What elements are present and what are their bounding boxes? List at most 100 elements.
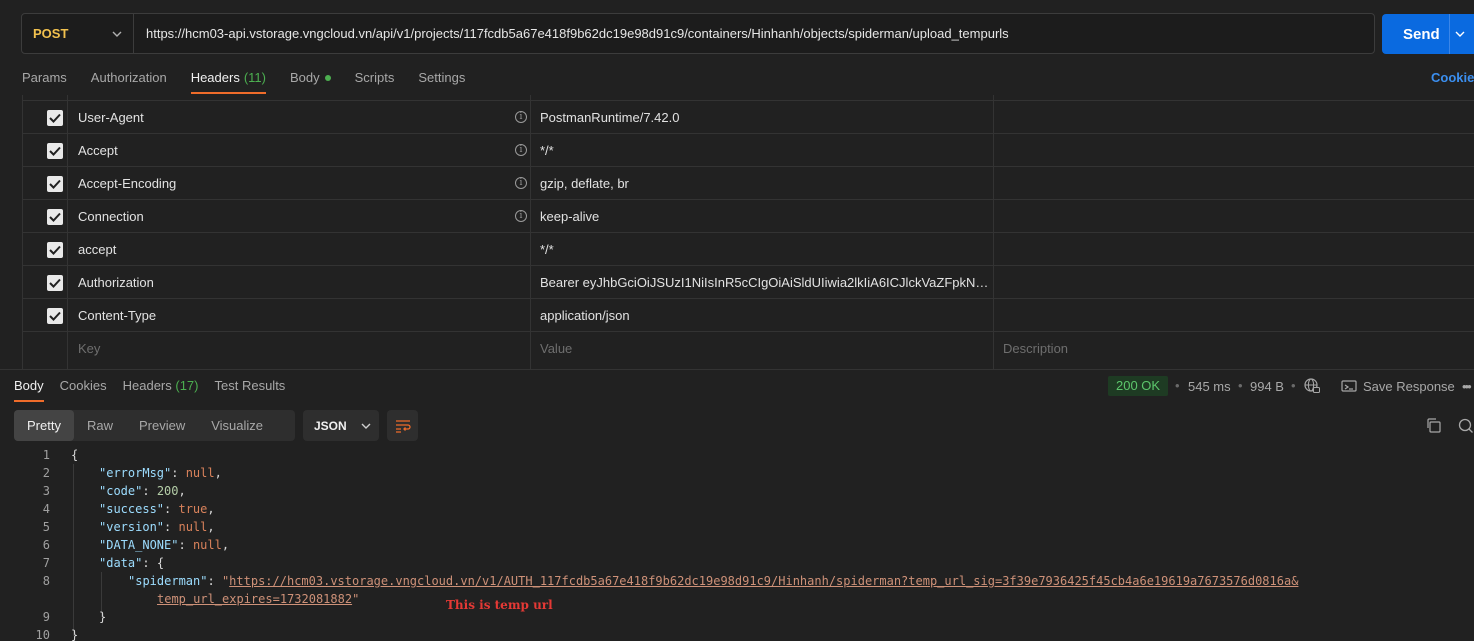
code-line: "data": { xyxy=(99,556,165,570)
header-key[interactable]: Accept xyxy=(78,143,118,158)
copy-icon[interactable] xyxy=(1426,418,1441,436)
header-value[interactable]: */* xyxy=(540,143,990,158)
header-checkbox[interactable] xyxy=(47,308,63,324)
info-icon[interactable]: i xyxy=(515,111,527,123)
wrap-icon xyxy=(395,419,411,433)
status-badge[interactable]: 200 OK xyxy=(1108,376,1169,396)
cookies-link[interactable]: Cookies xyxy=(1431,70,1474,85)
header-value[interactable]: gzip, deflate, br xyxy=(540,176,990,191)
view-visualize[interactable]: Visualize xyxy=(198,410,276,441)
indent-guide xyxy=(73,464,74,636)
search-icon[interactable] xyxy=(1458,418,1473,436)
tab-response-cookies[interactable]: Cookies xyxy=(60,378,107,402)
header-checkbox[interactable] xyxy=(47,209,63,225)
line-number: 10 xyxy=(35,628,50,641)
response-time[interactable]: 545 ms xyxy=(1188,379,1231,394)
header-checkbox[interactable] xyxy=(47,275,63,291)
url-input[interactable]: https://hcm03-api.vstorage.vngcloud.vn/a… xyxy=(134,26,1009,41)
separator-dot: • xyxy=(1291,378,1296,393)
header-value[interactable]: application/json xyxy=(540,308,990,323)
temp-url-link-cont[interactable]: temp_url_expires=1732081882 xyxy=(157,592,352,606)
header-key[interactable]: Accept-Encoding xyxy=(78,176,176,191)
json-value: 200 xyxy=(156,484,179,498)
tab-scripts[interactable]: Scripts xyxy=(355,70,395,94)
table-row: Accept i */* xyxy=(23,134,1474,167)
separator-dot: • xyxy=(1238,378,1243,393)
view-raw[interactable]: Raw xyxy=(74,410,126,441)
json-key: "data" xyxy=(99,556,143,570)
info-icon[interactable]: i xyxy=(515,210,527,222)
header-key[interactable]: Authorization xyxy=(78,275,154,290)
json-value: null xyxy=(192,538,222,552)
header-key[interactable]: Content-Type xyxy=(78,308,156,323)
code-line: } xyxy=(99,610,106,624)
wrap-lines-button[interactable] xyxy=(387,410,418,441)
save-response-button[interactable]: Save Response xyxy=(1363,379,1455,394)
tab-headers[interactable]: Headers (11) xyxy=(190,70,267,94)
header-checkbox[interactable] xyxy=(47,242,63,258)
description-input[interactable]: Description xyxy=(1003,341,1068,356)
json-key: "success" xyxy=(99,502,165,516)
header-key[interactable]: accept xyxy=(78,242,116,257)
send-button[interactable]: Send xyxy=(1382,14,1474,54)
brace: } xyxy=(99,610,107,624)
globe-lock-icon[interactable] xyxy=(1304,378,1320,397)
code-line: { xyxy=(71,448,78,462)
method-select[interactable]: POST xyxy=(22,14,134,53)
header-value[interactable]: keep-alive xyxy=(540,209,990,224)
tab-response-body[interactable]: Body xyxy=(14,378,44,402)
line-number: 8 xyxy=(42,574,50,588)
tab-test-results[interactable]: Test Results xyxy=(215,378,286,402)
header-value[interactable]: PostmanRuntime/7.42.0 xyxy=(540,110,990,125)
pane-divider[interactable] xyxy=(0,369,1474,370)
header-checkbox[interactable] xyxy=(47,176,63,192)
code-line: } xyxy=(71,628,78,641)
json-value: true xyxy=(178,502,208,516)
table-row: Connection i keep-alive xyxy=(23,200,1474,233)
table-row: Content-Type application/json xyxy=(23,299,1474,332)
tab-body[interactable]: Body xyxy=(290,70,331,94)
info-icon[interactable]: i xyxy=(515,177,527,189)
send-label: Send xyxy=(1403,25,1440,43)
tab-authorization[interactable]: Authorization xyxy=(91,70,167,94)
tab-response-headers[interactable]: Headers (17) xyxy=(123,378,199,402)
tab-params[interactable]: Params xyxy=(22,70,67,94)
view-preview[interactable]: Preview xyxy=(126,410,198,441)
json-key: "DATA_NONE" xyxy=(99,538,179,552)
table-row: User-Agent i PostmanRuntime/7.42.0 xyxy=(23,101,1474,134)
response-size[interactable]: 994 B xyxy=(1250,379,1284,394)
json-value: null xyxy=(178,520,208,534)
chevron-down-icon[interactable] xyxy=(1450,31,1465,37)
more-options-icon[interactable]: ••• xyxy=(1462,379,1472,394)
value-input[interactable]: Value xyxy=(540,341,572,356)
line-number: 6 xyxy=(42,538,50,552)
chevron-down-icon xyxy=(361,423,371,429)
line-number: 1 xyxy=(42,448,50,462)
code-line: "errorMsg": null, xyxy=(99,466,222,480)
line-number: 2 xyxy=(42,466,50,480)
view-pretty[interactable]: Pretty xyxy=(14,410,74,441)
header-key[interactable]: User-Agent xyxy=(78,110,144,125)
request-tabs: Params Authorization Headers (11) Body S… xyxy=(22,70,489,96)
table-row: Accept-Encoding i gzip, deflate, br xyxy=(23,167,1474,200)
info-icon[interactable]: i xyxy=(515,144,527,156)
header-checkbox[interactable] xyxy=(47,143,63,159)
response-code-view[interactable]: 1 2 3 4 5 6 7 8 9 10 { "errorMsg": null,… xyxy=(0,446,1474,641)
key-input[interactable]: Key xyxy=(78,341,100,356)
brace: { xyxy=(71,448,79,462)
code-line: "code": 200, xyxy=(99,484,186,498)
tab-settings[interactable]: Settings xyxy=(418,70,465,94)
headers-count: (11) xyxy=(243,70,266,85)
header-key[interactable]: Connection xyxy=(78,209,144,224)
response-headers-count: (17) xyxy=(175,378,199,393)
body-indicator-dot xyxy=(324,75,331,81)
code-line: "spiderman": "https://hcm03.vstorage.vng… xyxy=(128,574,1299,588)
header-value[interactable]: Bearer eyJhbGciOiJSUzI1NiIsInR5cCIgOiAiS… xyxy=(540,275,990,290)
save-response-icon[interactable] xyxy=(1341,379,1357,396)
format-select[interactable]: JSON xyxy=(303,410,379,441)
temp-url-link[interactable]: https://hcm03.vstorage.vngcloud.vn/v1/AU… xyxy=(229,574,1298,588)
code-line: "version": null, xyxy=(99,520,215,534)
code-line: "success": true, xyxy=(99,502,215,516)
header-value[interactable]: */* xyxy=(540,242,990,257)
header-checkbox[interactable] xyxy=(47,110,63,126)
